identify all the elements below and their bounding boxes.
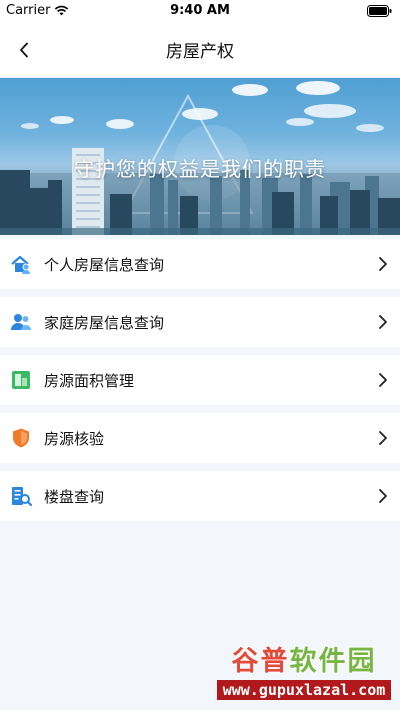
shield-check-icon (10, 427, 32, 449)
chevron-right-icon (379, 373, 387, 387)
family-icon (10, 311, 32, 333)
watermark-brand-a: 谷普 (231, 646, 290, 677)
battery-icon (367, 5, 392, 17)
menu-item-label: 房源面积管理 (44, 371, 135, 390)
menu-item-label: 个人房屋信息查询 (44, 255, 165, 274)
page-title: 房屋产权 (166, 42, 234, 62)
house-person-icon (10, 253, 32, 275)
menu-item-building-query[interactable]: 楼盘查询 (0, 471, 400, 521)
banner-image: 守护您的权益是我们的职责 (0, 78, 400, 235)
chevron-right-icon (379, 489, 387, 503)
menu-item-personal-house-query[interactable]: 个人房屋信息查询 (0, 239, 400, 289)
navigation-bar: 房屋产权 (0, 22, 400, 78)
status-bar: Carrier 9:40 AM (0, 0, 400, 22)
building-search-icon (10, 485, 32, 507)
chevron-right-icon (379, 257, 387, 271)
menu-item-family-house-query[interactable]: 家庭房屋信息查询 (0, 297, 400, 347)
menu-item-label: 家庭房屋信息查询 (44, 313, 165, 332)
status-time: 9:40 AM (170, 3, 230, 18)
banner-slogan: 守护您的权益是我们的职责 (74, 157, 326, 181)
back-button[interactable] (10, 36, 38, 64)
menu-item-label: 楼盘查询 (44, 487, 105, 506)
area-chart-icon (10, 369, 32, 391)
watermark-logo: 谷普软件园 www.gupuxlazal.com (214, 646, 394, 706)
menu-item-listing-verification[interactable]: 房源核验 (0, 413, 400, 463)
menu-item-label: 房源核验 (44, 429, 105, 448)
menu-list: 个人房屋信息查询 家庭房屋信息查询 房源面积管理 房源核验 楼盘查询 (0, 239, 400, 521)
chevron-right-icon (379, 315, 387, 329)
watermark-url: www.gupuxlazal.com (216, 680, 392, 700)
chevron-right-icon (379, 431, 387, 445)
chevron-left-icon (20, 42, 28, 58)
watermark-brand-b: 软件园 (289, 646, 377, 677)
menu-item-area-management[interactable]: 房源面积管理 (0, 355, 400, 405)
